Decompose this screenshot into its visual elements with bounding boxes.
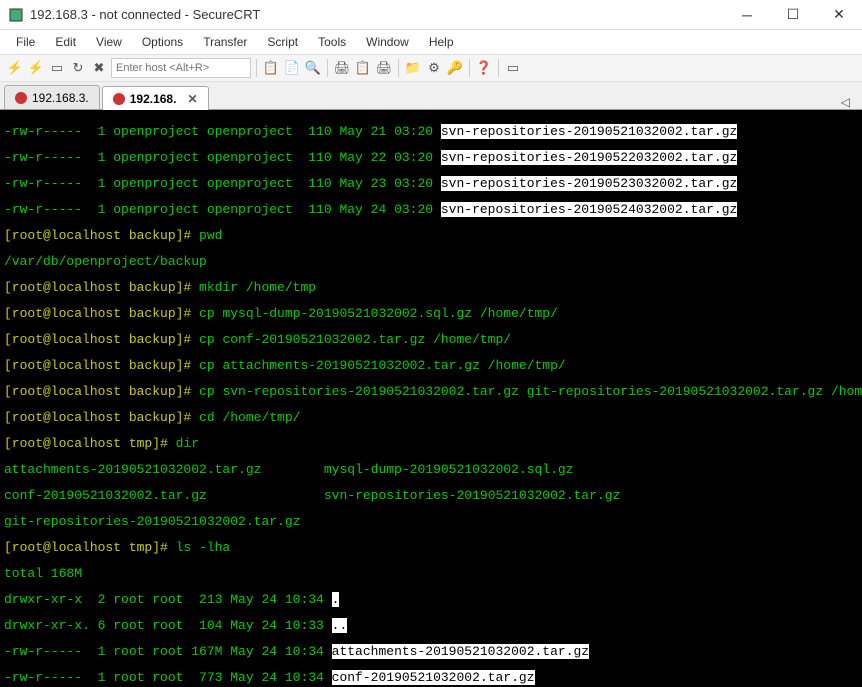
copy-icon[interactable]: 📋: [262, 59, 280, 77]
menubar: File Edit View Options Transfer Script T…: [0, 30, 862, 54]
tab-2[interactable]: 192.168. ✕: [102, 86, 209, 110]
ls-line: drwxr-xr-x. 6 root root 104 May 24 10:33: [4, 618, 332, 633]
filename: svn-repositories-20190524032002.tar.gz: [441, 202, 737, 217]
folder-icon[interactable]: 📁: [404, 59, 422, 77]
window-title: 192.168.3 - not connected - SecureCRT: [30, 7, 724, 22]
close-tab-icon[interactable]: ✕: [187, 92, 197, 106]
prompt: [root@localhost backup]#: [4, 332, 191, 347]
menu-tools[interactable]: Tools: [310, 33, 354, 51]
menu-window[interactable]: Window: [358, 33, 417, 51]
paste-icon[interactable]: 📄: [283, 59, 301, 77]
filename: ..: [332, 618, 348, 633]
app-icon: [8, 7, 24, 23]
command: cp attachments-20190521032002.tar.gz /ho…: [191, 358, 565, 373]
menu-transfer[interactable]: Transfer: [195, 33, 255, 51]
tab-label: 192.168.: [130, 92, 177, 106]
prompt: [root@localhost tmp]#: [4, 436, 168, 451]
disconnected-icon: [15, 92, 27, 104]
filename: svn-repositories-20190521032002.tar.gz: [207, 488, 620, 503]
menu-options[interactable]: Options: [134, 33, 191, 51]
output: /var/db/openproject/backup: [4, 254, 207, 269]
ls-line: -rw-r----- 1 openproject openproject 110…: [4, 150, 441, 165]
key-icon[interactable]: 🔑: [446, 59, 464, 77]
close-button[interactable]: ✕: [816, 0, 862, 30]
disconnect-icon[interactable]: ✖: [90, 59, 108, 77]
filename: mysql-dump-20190521032002.sql.gz: [261, 462, 573, 477]
toolbar: ⚡ ⚡ ▭ ↻ ✖ 📋 📄 🔍 🖨 📋 🖨 📁 ⚙ 🔑 ❓ ▭: [0, 54, 862, 82]
minimize-button[interactable]: ─: [724, 0, 770, 30]
filename: git-repositories-20190521032002.tar.gz: [4, 514, 300, 529]
ls-line: -rw-r----- 1 openproject openproject 110…: [4, 124, 441, 139]
command: cp svn-repositories-20190521032002.tar.g…: [191, 384, 862, 399]
log-icon[interactable]: 📋: [354, 59, 372, 77]
terminal[interactable]: -rw-r----- 1 openproject openproject 110…: [0, 110, 862, 687]
quick-connect-icon[interactable]: ⚡: [27, 59, 45, 77]
menu-edit[interactable]: Edit: [47, 33, 84, 51]
prompt: [root@localhost backup]#: [4, 358, 191, 373]
ls-line: -rw-r----- 1 openproject openproject 110…: [4, 176, 441, 191]
host-input[interactable]: [111, 58, 251, 78]
ls-line: -rw-r----- 1 openproject openproject 110…: [4, 202, 441, 217]
tab-label: 192.168.3.: [32, 91, 89, 105]
prompt: [root@localhost backup]#: [4, 384, 191, 399]
filename: attachments-20190521032002.tar.gz: [4, 462, 261, 477]
settings-icon[interactable]: ⚙: [425, 59, 443, 77]
command: ls -lha: [168, 540, 230, 555]
prompt: [root@localhost backup]#: [4, 228, 191, 243]
menu-help[interactable]: Help: [421, 33, 462, 51]
reconnect-icon[interactable]: ↻: [69, 59, 87, 77]
separator: [469, 59, 470, 77]
filename: conf-20190521032002.tar.gz: [4, 488, 207, 503]
filename: svn-repositories-20190523032002.tar.gz: [441, 176, 737, 191]
separator: [256, 59, 257, 77]
command: dir: [168, 436, 199, 451]
prompt: [root@localhost backup]#: [4, 280, 191, 295]
connect-icon[interactable]: ⚡: [6, 59, 24, 77]
ls-line: drwxr-xr-x 2 root root 213 May 24 10:34: [4, 592, 332, 607]
filename: svn-repositories-20190521032002.tar.gz: [441, 124, 737, 139]
tab-scroll-left-icon[interactable]: ◁: [833, 95, 858, 109]
filename: attachments-20190521032002.tar.gz: [332, 644, 589, 659]
tabbar: 192.168.3. 192.168. ✕ ◁: [0, 82, 862, 110]
ls-line: -rw-r----- 1 root root 167M May 24 10:34: [4, 644, 332, 659]
command: cp mysql-dump-20190521032002.sql.gz /hom…: [191, 306, 558, 321]
help-icon[interactable]: ❓: [475, 59, 493, 77]
window-titlebar: 192.168.3 - not connected - SecureCRT ─ …: [0, 0, 862, 30]
command: cp conf-20190521032002.tar.gz /home/tmp/: [191, 332, 511, 347]
find-icon[interactable]: 🔍: [304, 59, 322, 77]
output: total 168M: [4, 566, 82, 581]
print-icon[interactable]: 🖨: [333, 59, 351, 77]
session-icon[interactable]: ▭: [48, 59, 66, 77]
menu-script[interactable]: Script: [259, 33, 306, 51]
separator: [498, 59, 499, 77]
prompt: [root@localhost tmp]#: [4, 540, 168, 555]
prompt: [root@localhost backup]#: [4, 306, 191, 321]
command: pwd: [191, 228, 222, 243]
filename: .: [332, 592, 340, 607]
print2-icon[interactable]: 🖨: [375, 59, 393, 77]
filename: svn-repositories-20190522032002.tar.gz: [441, 150, 737, 165]
filename: conf-20190521032002.tar.gz: [332, 670, 535, 685]
ls-line: -rw-r----- 1 root root 773 May 24 10:34: [4, 670, 332, 685]
tab-1[interactable]: 192.168.3.: [4, 85, 100, 109]
separator: [327, 59, 328, 77]
command: mkdir /home/tmp: [191, 280, 316, 295]
disconnected-icon: [113, 93, 125, 105]
terminal-icon[interactable]: ▭: [504, 59, 522, 77]
separator: [398, 59, 399, 77]
menu-view[interactable]: View: [88, 33, 130, 51]
command: cd /home/tmp/: [191, 410, 300, 425]
prompt: [root@localhost backup]#: [4, 410, 191, 425]
maximize-button[interactable]: ☐: [770, 0, 816, 30]
menu-file[interactable]: File: [8, 33, 43, 51]
